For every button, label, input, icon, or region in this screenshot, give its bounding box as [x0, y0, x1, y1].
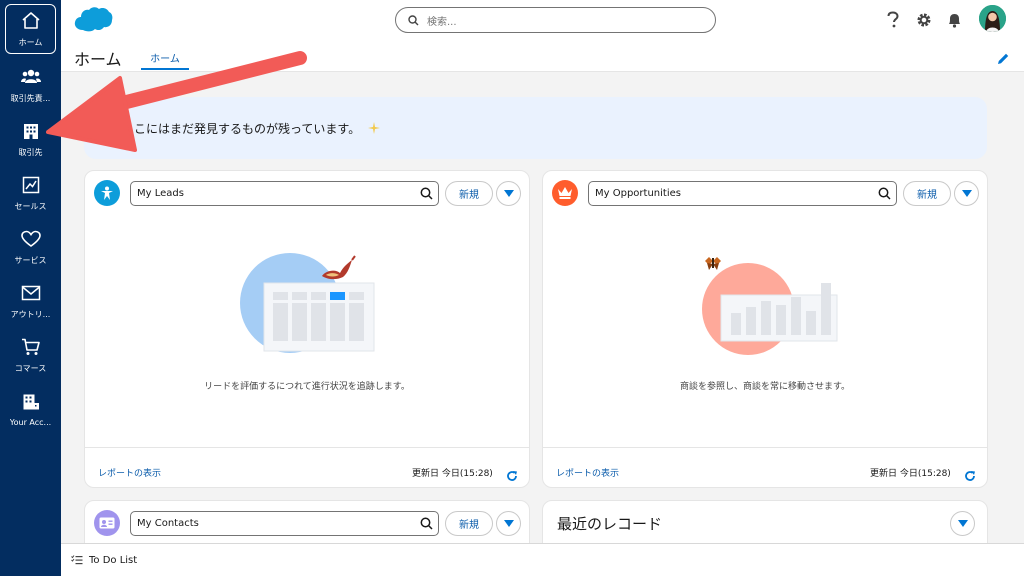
- opportunities-card: My Opportunities 新規 商談を参照し、商談を常に移動させます。: [542, 170, 988, 488]
- opportunities-list-name: My Opportunities: [595, 188, 681, 199]
- contacts-menu-button[interactable]: [496, 511, 521, 536]
- contacts-list-view-selector[interactable]: My Contacts: [130, 511, 439, 536]
- leads-list-view-selector[interactable]: My Leads: [130, 181, 439, 206]
- cart-icon: [20, 336, 42, 358]
- search-icon: [878, 187, 891, 203]
- refresh-icon[interactable]: [506, 467, 518, 481]
- opportunities-empty-illustration-icon: [695, 255, 840, 359]
- nav-item-label: セールス: [14, 202, 47, 211]
- search-icon: [420, 517, 433, 533]
- global-header: 検索... ホーム ホーム: [61, 0, 1024, 72]
- nav-item-label: 取引先: [18, 148, 43, 157]
- leads-empty-message: リードを評価するにつれて進行状況を追跡します。: [204, 382, 410, 392]
- nav-item-outreach[interactable]: アウトリ...: [0, 274, 61, 328]
- nav-item-contacts[interactable]: 取引先責...: [0, 58, 61, 112]
- contacts-new-button[interactable]: 新規: [445, 511, 493, 536]
- nav-item-commerce[interactable]: コマース: [0, 328, 61, 382]
- opportunities-updated-timestamp: 更新日 今日(15:28): [870, 469, 951, 479]
- tab-home[interactable]: ホーム: [141, 46, 189, 70]
- mail-icon: [20, 282, 42, 304]
- contact-card-icon: [94, 510, 120, 536]
- chart-icon: [20, 174, 42, 196]
- banner-text: ここにはまだ発見するものが残っています。: [122, 121, 361, 136]
- page-title: ホーム: [74, 50, 122, 69]
- leads-menu-button[interactable]: [496, 181, 521, 206]
- opportunities-empty-message: 商談を参照し、商談を常に移動させます。: [679, 382, 851, 392]
- search-icon: [408, 14, 419, 26]
- chevron-down-icon: [961, 190, 972, 197]
- recent-records-title: 最近のレコード: [557, 515, 663, 533]
- leads-card-footer: レポートの表示 更新日 今日(15:28): [85, 447, 529, 489]
- opportunities-view-report-link[interactable]: レポートの表示: [556, 466, 619, 479]
- chevron-down-icon: [503, 520, 514, 527]
- todo-list-button[interactable]: To Do List: [89, 555, 137, 566]
- bell-icon[interactable]: [944, 10, 964, 30]
- nav-item-label: コマース: [14, 364, 47, 373]
- search-icon: [420, 187, 433, 203]
- nav-item-service[interactable]: サービス: [0, 220, 61, 274]
- chevron-down-icon: [503, 190, 514, 197]
- leads-new-button[interactable]: 新規: [445, 181, 493, 206]
- heart-icon: [20, 228, 42, 250]
- chevron-down-icon: [957, 520, 968, 527]
- nav-item-label: ホーム: [18, 38, 43, 47]
- account-icon: [20, 391, 42, 413]
- search-placeholder: 検索...: [427, 16, 457, 28]
- opportunities-menu-button[interactable]: [954, 181, 979, 206]
- utility-bar: To Do List: [61, 543, 1024, 576]
- leads-list-name: My Leads: [137, 188, 184, 199]
- opportunities-new-button[interactable]: 新規: [903, 181, 951, 206]
- nav-item-sales[interactable]: セールス: [0, 166, 61, 220]
- contacts-icon: [20, 66, 42, 88]
- home-icon: [20, 10, 42, 32]
- opportunities-card-footer: レポートの表示 更新日 今日(15:28): [543, 447, 987, 489]
- global-search-input[interactable]: 検索...: [395, 7, 716, 33]
- recent-records-menu-button[interactable]: [950, 511, 975, 536]
- contacts-list-name: My Contacts: [137, 518, 199, 529]
- nav-item-label: 取引先責...: [10, 94, 51, 103]
- nav-item-accounts[interactable]: 取引先: [0, 112, 61, 166]
- todo-list-icon: [71, 555, 83, 565]
- opportunities-list-view-selector[interactable]: My Opportunities: [588, 181, 897, 206]
- gear-icon[interactable]: [914, 10, 934, 30]
- nav-item-label: アウトリ...: [10, 310, 51, 319]
- help-icon[interactable]: [883, 10, 903, 30]
- nav-item-label: Your Acc...: [9, 418, 52, 427]
- leads-card: My Leads 新規 リードを評価するにつれて進行状況を追跡します。 レポート…: [84, 170, 530, 488]
- app-navigation: ホーム 取引先責... 取引先 セールス サービス アウトリ... コマース Y…: [0, 0, 61, 576]
- edit-pencil-icon[interactable]: [997, 50, 1011, 64]
- nav-item-label: サービス: [14, 256, 47, 265]
- discovery-banner: ここにはまだ発見するものが残っています。: [84, 97, 987, 159]
- leads-empty-illustration-icon: [240, 253, 380, 357]
- refresh-icon[interactable]: [964, 467, 976, 481]
- lead-icon: [94, 180, 120, 206]
- sparkle-icon: [368, 122, 381, 134]
- leads-view-report-link[interactable]: レポートの表示: [98, 466, 161, 479]
- salesforce-logo-icon[interactable]: [73, 6, 113, 34]
- building-icon: [20, 120, 42, 142]
- crown-icon: [552, 180, 578, 206]
- nav-item-your-account[interactable]: Your Acc...: [0, 382, 61, 436]
- user-avatar[interactable]: [979, 5, 1006, 32]
- leads-updated-timestamp: 更新日 今日(15:28): [412, 469, 493, 479]
- nav-item-home[interactable]: ホーム: [5, 4, 56, 54]
